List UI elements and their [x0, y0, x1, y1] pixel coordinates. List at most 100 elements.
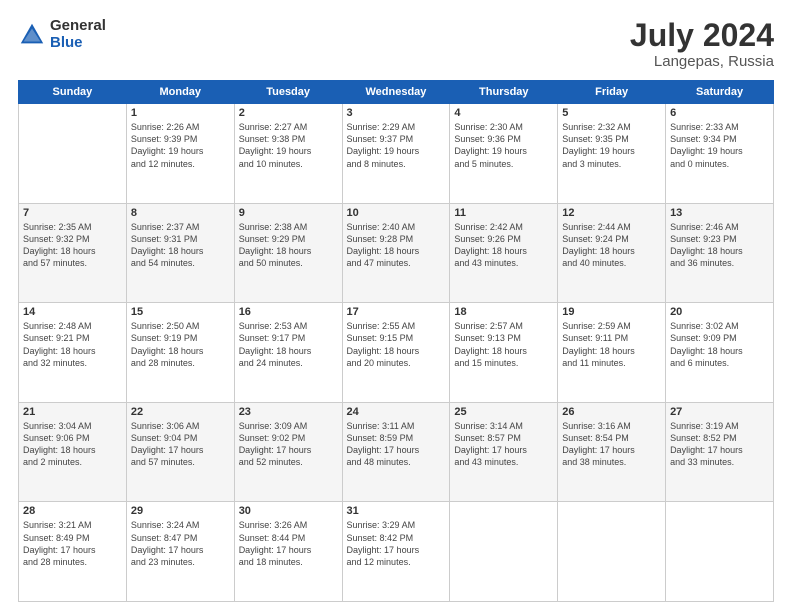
day-info: Sunrise: 2:30 AM Sunset: 9:36 PM Dayligh…: [454, 121, 553, 170]
day-number: 28: [23, 505, 122, 517]
day-cell: 14 Sunrise: 2:48 AM Sunset: 9:21 PM Dayli…: [19, 303, 127, 403]
day-info: Sunrise: 2:40 AM Sunset: 9:28 PM Dayligh…: [347, 221, 446, 270]
day-cell: 11 Sunrise: 2:42 AM Sunset: 9:26 PM Dayli…: [450, 203, 558, 303]
col-monday: Monday: [126, 81, 234, 104]
day-number: 5: [562, 107, 661, 119]
month-year: July 2024: [630, 18, 774, 53]
day-info: Sunrise: 3:29 AM Sunset: 8:42 PM Dayligh…: [347, 519, 446, 568]
day-number: 1: [131, 107, 230, 119]
week-row-2: 14 Sunrise: 2:48 AM Sunset: 9:21 PM Dayli…: [19, 303, 774, 403]
day-number: 15: [131, 306, 230, 318]
title-block: July 2024 Langepas, Russia: [630, 18, 774, 70]
day-cell: 28 Sunrise: 3:21 AM Sunset: 8:49 PM Dayli…: [19, 502, 127, 602]
day-info: Sunrise: 3:14 AM Sunset: 8:57 PM Dayligh…: [454, 420, 553, 469]
day-info: Sunrise: 2:42 AM Sunset: 9:26 PM Dayligh…: [454, 221, 553, 270]
day-cell: 24 Sunrise: 3:11 AM Sunset: 8:59 PM Dayli…: [342, 402, 450, 502]
day-number: 21: [23, 406, 122, 418]
day-info: Sunrise: 3:16 AM Sunset: 8:54 PM Dayligh…: [562, 420, 661, 469]
day-cell: 23Sunrise: 3:09 AM Sunset: 9:02 PM Dayli…: [234, 402, 342, 502]
day-number: 4: [454, 107, 553, 119]
day-number: 8: [131, 207, 230, 219]
day-info: Sunrise: 2:35 AM Sunset: 9:32 PM Dayligh…: [23, 221, 122, 270]
day-number: 20: [670, 306, 769, 318]
day-number: 19: [562, 306, 661, 318]
day-number: 27: [670, 406, 769, 418]
day-number: 13: [670, 207, 769, 219]
day-info: Sunrise: 3:06 AM Sunset: 9:04 PM Dayligh…: [131, 420, 230, 469]
week-row-1: 7 Sunrise: 2:35 AM Sunset: 9:32 PM Daylig…: [19, 203, 774, 303]
day-number: 2: [239, 107, 338, 119]
day-cell: 3 Sunrise: 2:29 AM Sunset: 9:37 PM Daylig…: [342, 104, 450, 204]
day-cell: 9 Sunrise: 2:38 AM Sunset: 9:29 PM Daylig…: [234, 203, 342, 303]
day-info: Sunrise: 3:19 AM Sunset: 8:52 PM Dayligh…: [670, 420, 769, 469]
logo-icon: [18, 21, 46, 49]
day-number: 16: [239, 306, 338, 318]
logo-text: General Blue: [50, 18, 106, 51]
day-number: 7: [23, 207, 122, 219]
logo-blue-text: Blue: [50, 35, 106, 52]
day-number: 22: [131, 406, 230, 418]
day-info: Sunrise: 2:50 AM Sunset: 9:19 PM Dayligh…: [131, 320, 230, 369]
day-info: Sunrise: 2:26 AM Sunset: 9:39 PM Dayligh…: [131, 121, 230, 170]
day-number: 9: [239, 207, 338, 219]
day-cell: 4 Sunrise: 2:30 AM Sunset: 9:36 PM Daylig…: [450, 104, 558, 204]
day-info: Sunrise: 2:48 AM Sunset: 9:21 PM Dayligh…: [23, 320, 122, 369]
col-sunday: Sunday: [19, 81, 127, 104]
day-cell: 17 Sunrise: 2:55 AM Sunset: 9:15 PM Dayli…: [342, 303, 450, 403]
day-cell: 30Sunrise: 3:26 AM Sunset: 8:44 PM Dayli…: [234, 502, 342, 602]
day-cell: 19Sunrise: 2:59 AM Sunset: 9:11 PM Dayli…: [558, 303, 666, 403]
day-number: 17: [347, 306, 446, 318]
day-info: Sunrise: 3:24 AM Sunset: 8:47 PM Dayligh…: [131, 519, 230, 568]
col-thursday: Thursday: [450, 81, 558, 104]
day-number: 3: [347, 107, 446, 119]
day-number: 12: [562, 207, 661, 219]
col-tuesday: Tuesday: [234, 81, 342, 104]
calendar-body: 1 Sunrise: 2:26 AM Sunset: 9:39 PM Daylig…: [19, 104, 774, 602]
day-cell: 2 Sunrise: 2:27 AM Sunset: 9:38 PM Daylig…: [234, 104, 342, 204]
day-info: Sunrise: 2:57 AM Sunset: 9:13 PM Dayligh…: [454, 320, 553, 369]
day-info: Sunrise: 3:11 AM Sunset: 8:59 PM Dayligh…: [347, 420, 446, 469]
day-info: Sunrise: 2:37 AM Sunset: 9:31 PM Dayligh…: [131, 221, 230, 270]
day-cell: 6Sunrise: 2:33 AM Sunset: 9:34 PM Daylig…: [666, 104, 774, 204]
week-row-3: 21Sunrise: 3:04 AM Sunset: 9:06 PM Dayli…: [19, 402, 774, 502]
col-friday: Friday: [558, 81, 666, 104]
header: General Blue July 2024 Langepas, Russia: [18, 18, 774, 70]
day-cell: [666, 502, 774, 602]
day-info: Sunrise: 2:44 AM Sunset: 9:24 PM Dayligh…: [562, 221, 661, 270]
day-number: 6: [670, 107, 769, 119]
day-info: Sunrise: 3:02 AM Sunset: 9:09 PM Dayligh…: [670, 320, 769, 369]
day-cell: 16 Sunrise: 2:53 AM Sunset: 9:17 PM Dayli…: [234, 303, 342, 403]
day-info: Sunrise: 2:55 AM Sunset: 9:15 PM Dayligh…: [347, 320, 446, 369]
day-info: Sunrise: 2:27 AM Sunset: 9:38 PM Dayligh…: [239, 121, 338, 170]
day-cell: 8 Sunrise: 2:37 AM Sunset: 9:31 PM Daylig…: [126, 203, 234, 303]
day-number: 14: [23, 306, 122, 318]
location: Langepas, Russia: [630, 53, 774, 70]
day-cell: 10Sunrise: 2:40 AM Sunset: 9:28 PM Dayli…: [342, 203, 450, 303]
day-cell: 20 Sunrise: 3:02 AM Sunset: 9:09 PM Dayli…: [666, 303, 774, 403]
day-number: 11: [454, 207, 553, 219]
day-info: Sunrise: 2:53 AM Sunset: 9:17 PM Dayligh…: [239, 320, 338, 369]
day-number: 18: [454, 306, 553, 318]
day-number: 24: [347, 406, 446, 418]
day-cell: 5Sunrise: 2:32 AM Sunset: 9:35 PM Daylig…: [558, 104, 666, 204]
header-row: Sunday Monday Tuesday Wednesday Thursday…: [19, 81, 774, 104]
day-number: 30: [239, 505, 338, 517]
day-cell: [558, 502, 666, 602]
day-cell: 12 Sunrise: 2:44 AM Sunset: 9:24 PM Dayli…: [558, 203, 666, 303]
day-info: Sunrise: 2:29 AM Sunset: 9:37 PM Dayligh…: [347, 121, 446, 170]
day-number: 29: [131, 505, 230, 517]
day-cell: [19, 104, 127, 204]
day-info: Sunrise: 2:38 AM Sunset: 9:29 PM Dayligh…: [239, 221, 338, 270]
day-number: 23: [239, 406, 338, 418]
col-saturday: Saturday: [666, 81, 774, 104]
week-row-4: 28 Sunrise: 3:21 AM Sunset: 8:49 PM Dayli…: [19, 502, 774, 602]
day-number: 26: [562, 406, 661, 418]
day-cell: 1 Sunrise: 2:26 AM Sunset: 9:39 PM Daylig…: [126, 104, 234, 204]
logo-general: General: [50, 18, 106, 35]
day-number: 31: [347, 505, 446, 517]
col-wednesday: Wednesday: [342, 81, 450, 104]
week-row-0: 1 Sunrise: 2:26 AM Sunset: 9:39 PM Daylig…: [19, 104, 774, 204]
day-number: 25: [454, 406, 553, 418]
day-info: Sunrise: 3:21 AM Sunset: 8:49 PM Dayligh…: [23, 519, 122, 568]
calendar-header: Sunday Monday Tuesday Wednesday Thursday…: [19, 81, 774, 104]
